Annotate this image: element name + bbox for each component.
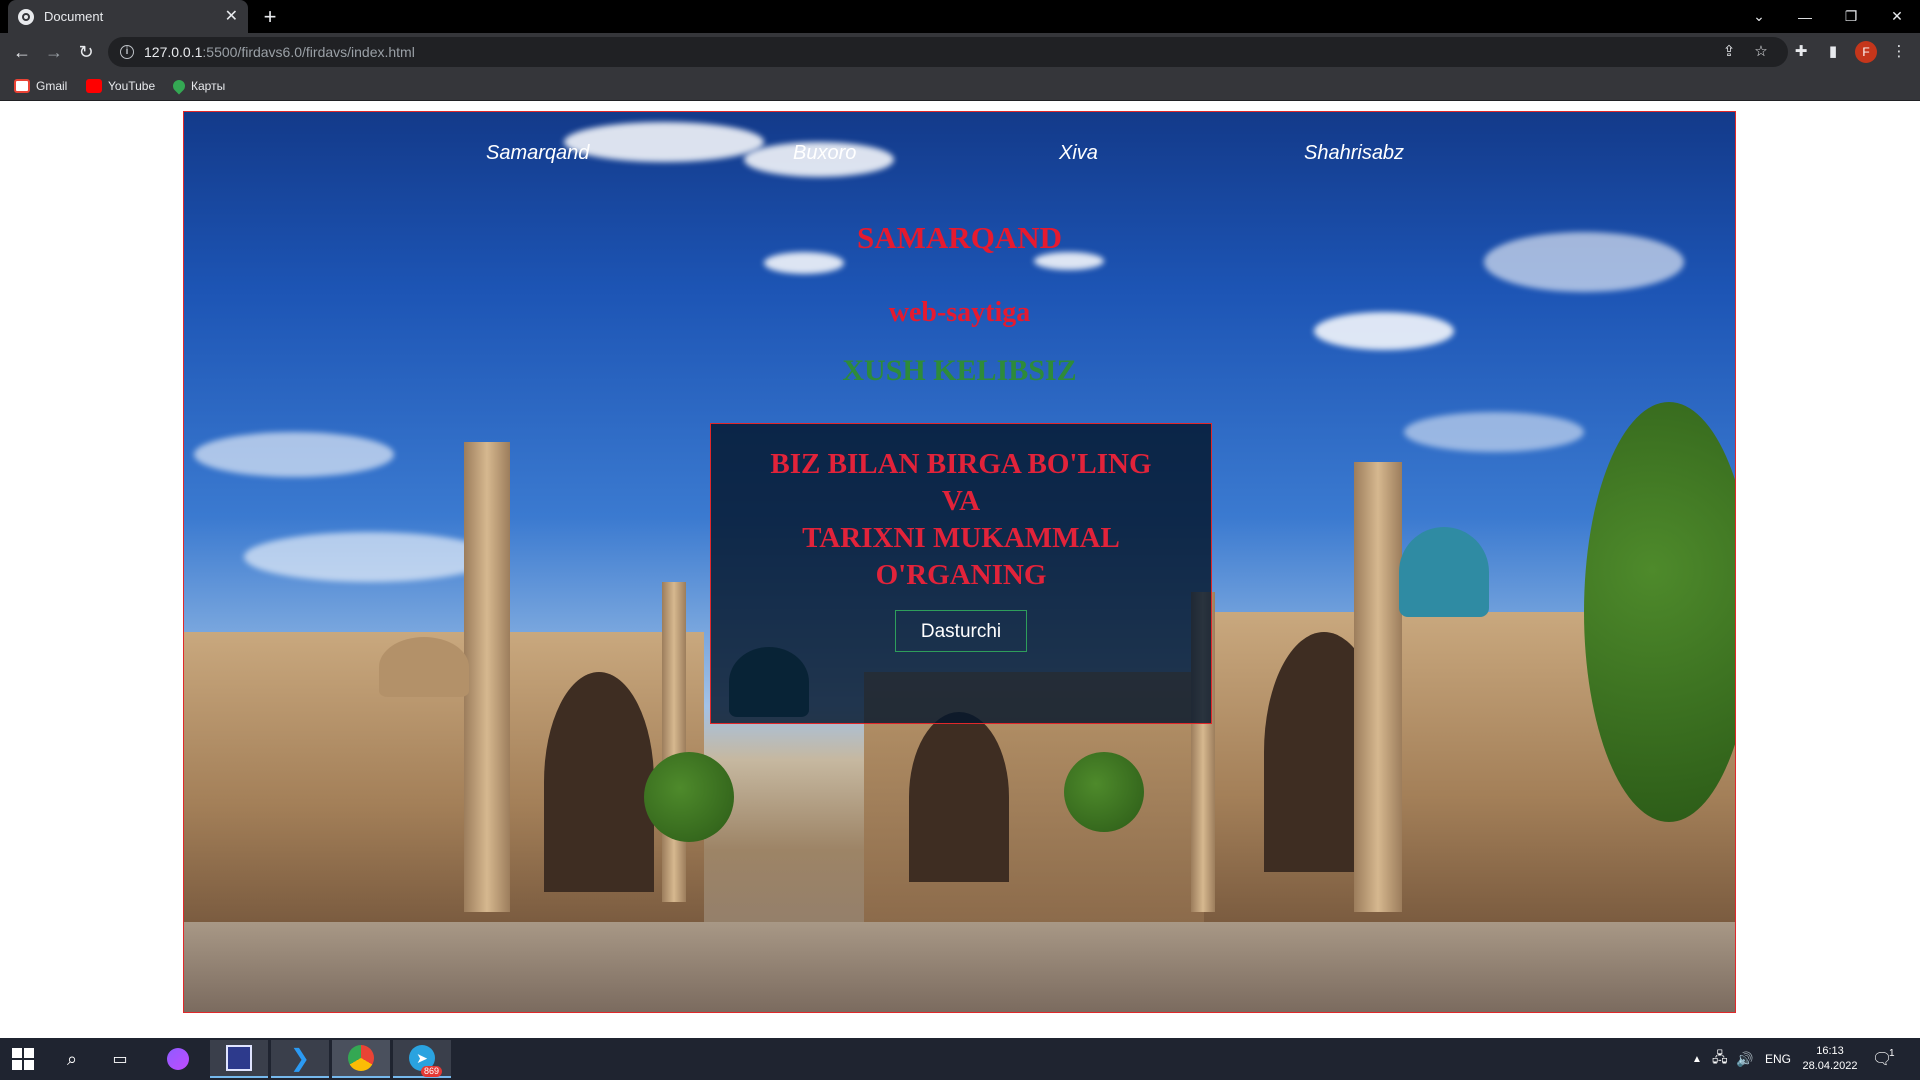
bookmark-label: Карты [191, 79, 226, 93]
minaret [1354, 462, 1402, 912]
close-window-button[interactable]: ✕ [1874, 0, 1920, 33]
cloud [244, 532, 494, 582]
clock-date: 28.04.2022 [1802, 1060, 1858, 1072]
search-icon[interactable]: ⌕ [50, 1038, 94, 1080]
globe-icon [18, 8, 34, 25]
browser-tab[interactable]: Document ✕ [8, 0, 248, 33]
side-panel-icon[interactable]: ▮ [1820, 37, 1846, 67]
extensions-icon[interactable]: ✚ [1788, 37, 1814, 67]
nav-link-xiva[interactable]: Xiva [1059, 142, 1098, 165]
browser-titlebar: Document ✕ + ⌄ — ❐ ✕ [0, 0, 1920, 33]
address-bar[interactable]: i 127.0.0.1:5500/firdavs6.0/firdavs/inde… [108, 37, 1788, 67]
bookmarks-bar: Gmail YouTube Карты [0, 71, 1920, 101]
notifications-icon[interactable]: 🗨 [1872, 1038, 1892, 1080]
save-disk-icon [226, 1045, 252, 1071]
maps-icon [170, 77, 188, 95]
dasturchi-button[interactable]: Dasturchi [895, 610, 1027, 652]
taskbar-app-floppy[interactable] [210, 1040, 268, 1078]
nav-link-samarqand[interactable]: Samarqand [486, 142, 589, 165]
new-tab-button[interactable]: + [258, 5, 282, 29]
tree [644, 752, 734, 842]
cloud [1404, 412, 1584, 452]
bookmark-label: YouTube [108, 79, 156, 93]
page-title: SAMARQAND [857, 220, 1062, 255]
nav-link-shahrisabz[interactable]: Shahrisabz [1304, 142, 1404, 165]
chrome-icon [348, 1045, 374, 1071]
promo-line: O'RGANING [875, 559, 1047, 591]
web-page: Samarqand Buxoro Xiva Shahrisabz SAMARQA… [0, 101, 1920, 1038]
bookmark-youtube[interactable]: YouTube [86, 77, 155, 95]
promo-line: BIZ BILAN BIRGA BO'LING [770, 448, 1152, 480]
taskbar-app-vscode[interactable]: ❯ [271, 1040, 329, 1078]
arch [544, 672, 654, 892]
hero-section: Samarqand Buxoro Xiva Shahrisabz SAMARQA… [183, 111, 1736, 1013]
dome [1399, 527, 1489, 617]
clock-time: 16:13 [1816, 1045, 1844, 1057]
minaret [464, 442, 510, 912]
reload-icon[interactable]: ↻ [74, 40, 98, 64]
system-clock[interactable]: 16:13 28.04.2022 [1800, 1044, 1860, 1074]
minimize-button[interactable]: — [1782, 0, 1828, 33]
volume-icon[interactable]: 🔊 [1736, 1038, 1753, 1080]
minaret [662, 582, 686, 902]
task-view-icon[interactable]: ▭ [98, 1038, 142, 1080]
plaza-ground [184, 922, 1735, 1012]
share-icon[interactable]: ⇪ [1716, 37, 1742, 67]
nav-link-buxoro[interactable]: Buxoro [793, 142, 856, 165]
bookmark-maps[interactable]: Карты [170, 77, 226, 95]
welcome-heading: XUSH KELIBSIZ [842, 354, 1077, 387]
restore-button[interactable]: ❐ [1828, 0, 1874, 33]
cloud [194, 432, 394, 477]
promo-line: TARIXNI MUKAMMAL [802, 522, 1120, 554]
promo-panel: BIZ BILAN BIRGA BO'LING VA TARIXNI MUKAM… [710, 423, 1212, 724]
notification-count: 1 [1889, 1048, 1895, 1059]
vscode-icon: ❯ [289, 1044, 311, 1072]
taskbar-app-telegram[interactable]: ➤ 869 [393, 1040, 451, 1078]
site-info-icon[interactable]: i [120, 45, 134, 59]
url-path: :5500/firdavs6.0/firdavs/index.html [202, 44, 415, 60]
network-icon[interactable]: 🖧 [1712, 1038, 1728, 1080]
tray-chevron-icon[interactable]: ▲ [1692, 1038, 1702, 1080]
bookmark-star-icon[interactable]: ☆ [1748, 37, 1774, 67]
tab-search-icon[interactable]: ⌄ [1736, 0, 1782, 33]
bookmark-gmail[interactable]: Gmail [14, 77, 67, 95]
promo-line: VA [941, 485, 981, 517]
start-button[interactable] [0, 1038, 46, 1080]
tree [1064, 752, 1144, 832]
menu-kebab-icon[interactable]: ⋮ [1886, 37, 1912, 67]
page-subtitle: web-saytiga [888, 297, 1031, 328]
youtube-icon [86, 79, 102, 93]
gmail-icon [14, 79, 30, 93]
taskbar-app-chrome[interactable] [332, 1040, 390, 1078]
windows-icon [12, 1048, 34, 1070]
windows-taskbar: ⌕ ▭ ❯ ➤ 869 ▲ 🖧 🔊 ENG 16:13 28.04.2022 🗨… [0, 1038, 1920, 1080]
profile-avatar[interactable]: F [1855, 41, 1877, 63]
cloud [564, 122, 764, 162]
language-indicator[interactable]: ENG [1765, 1038, 1791, 1080]
back-icon[interactable]: ← [10, 40, 34, 64]
dome [379, 637, 469, 697]
promo-text: BIZ BILAN BIRGA BO'LING VA TARIXNI MUKAM… [711, 446, 1211, 594]
tab-close-button[interactable]: ✕ [225, 8, 238, 25]
tab-title: Document [44, 9, 104, 24]
telegram-unread-badge: 869 [421, 1066, 443, 1077]
arch [909, 712, 1009, 882]
alice-assistant-icon[interactable] [156, 1038, 200, 1080]
forward-icon[interactable]: → [42, 40, 66, 64]
browser-toolbar: ← → ↻ i 127.0.0.1:5500/firdavs6.0/firdav… [0, 33, 1920, 71]
url-host: 127.0.0.1 [144, 44, 203, 60]
bookmark-label: Gmail [36, 79, 68, 93]
